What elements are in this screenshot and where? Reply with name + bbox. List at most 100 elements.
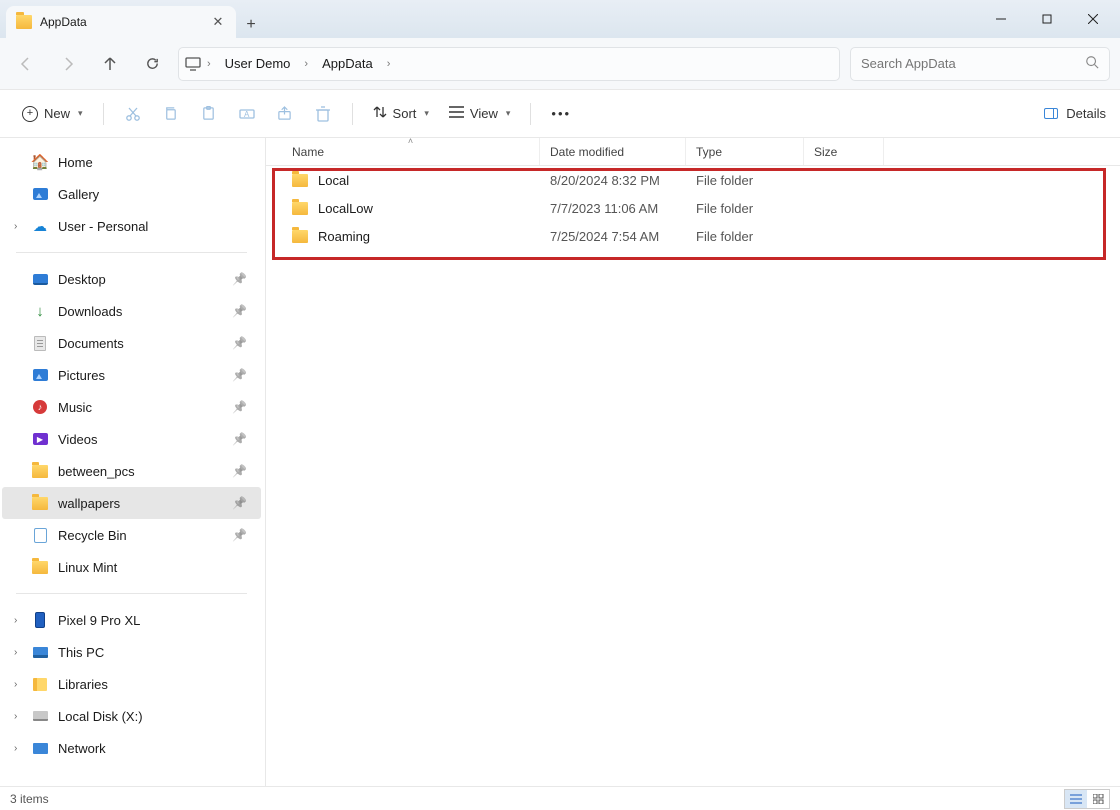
sidebar-item[interactable]: Linux Mint: [2, 551, 261, 583]
sidebar-item-label: wallpapers: [58, 496, 120, 511]
sidebar-item[interactable]: Recycle Bin📌: [2, 519, 261, 551]
column-size[interactable]: Size: [804, 138, 884, 165]
folder-icon: [292, 228, 308, 244]
thumbnails-view-toggle[interactable]: [1087, 790, 1109, 808]
new-tab-button[interactable]: +: [236, 16, 266, 38]
folder-icon: [32, 559, 48, 575]
copy-button[interactable]: [154, 100, 188, 127]
file-name: Roaming: [318, 229, 370, 244]
close-tab-icon[interactable]: ✕: [210, 14, 226, 30]
sidebar-item-label: Downloads: [58, 304, 122, 319]
search-box[interactable]: [850, 47, 1110, 81]
folder-icon: [292, 200, 308, 216]
delete-button[interactable]: [306, 100, 340, 128]
sidebar-item[interactable]: between_pcs📌: [2, 455, 261, 487]
chevron-right-icon[interactable]: ›: [14, 711, 17, 722]
content-pane: Name˄ Date modified Type Size Local8/20/…: [266, 138, 1120, 786]
close-window-button[interactable]: [1070, 4, 1116, 34]
details-pane-icon: [1044, 108, 1058, 119]
file-type: File folder: [686, 201, 804, 216]
sidebar-item-label: between_pcs: [58, 464, 135, 479]
breadcrumb-segment[interactable]: AppData: [314, 52, 381, 75]
sidebar-item[interactable]: ▶Videos📌: [2, 423, 261, 455]
cut-button[interactable]: [116, 100, 150, 128]
chevron-right-icon[interactable]: ›: [383, 58, 395, 70]
file-row[interactable]: LocalLow7/7/2023 11:06 AMFile folder: [266, 194, 1120, 222]
sidebar-item[interactable]: wallpapers📌: [2, 487, 261, 519]
file-date: 8/20/2024 8:32 PM: [540, 173, 686, 188]
sidebar-item[interactable]: Pictures 📌: [2, 359, 261, 391]
column-headers: Name˄ Date modified Type Size: [266, 138, 1120, 166]
window-tab[interactable]: AppData ✕: [6, 6, 236, 38]
net-icon: [32, 740, 48, 756]
search-input[interactable]: [861, 56, 1085, 71]
back-button[interactable]: [10, 48, 42, 80]
sidebar-item-label: Pictures: [58, 368, 105, 383]
address-bar[interactable]: › User Demo › AppData ›: [178, 47, 840, 81]
sidebar-item[interactable]: 🏠Home: [2, 146, 261, 178]
new-button[interactable]: + New ▾: [14, 100, 91, 128]
monitor-icon: [185, 56, 201, 72]
music-icon: ♪: [32, 399, 48, 415]
sidebar-item[interactable]: ↓Downloads📌: [2, 295, 261, 327]
column-date[interactable]: Date modified: [540, 138, 686, 165]
titlebar: AppData ✕ +: [0, 0, 1120, 38]
chevron-right-icon[interactable]: ›: [300, 58, 312, 70]
breadcrumb-segment[interactable]: User Demo: [217, 52, 299, 75]
forward-button[interactable]: [52, 48, 84, 80]
file-row[interactable]: Local8/20/2024 8:32 PMFile folder: [266, 166, 1120, 194]
maximize-button[interactable]: [1024, 4, 1070, 34]
chevron-right-icon[interactable]: ›: [14, 647, 17, 658]
sidebar: 🏠HomeGallery›☁User - PersonalDesktop📌↓Do…: [0, 138, 266, 786]
chevron-right-icon[interactable]: ›: [14, 679, 17, 690]
sidebar-item[interactable]: ›Libraries: [2, 668, 261, 700]
sidebar-item[interactable]: Desktop📌: [2, 263, 261, 295]
sidebar-item[interactable]: Documents📌: [2, 327, 261, 359]
sidebar-item-label: Music: [58, 400, 92, 415]
chevron-right-icon[interactable]: ›: [14, 221, 17, 232]
pin-icon: 📌: [232, 304, 247, 318]
navbar: › User Demo › AppData ›: [0, 38, 1120, 90]
lib-icon: [32, 676, 48, 692]
more-button[interactable]: •••: [543, 100, 579, 127]
up-button[interactable]: [94, 48, 126, 80]
chevron-down-icon: ▾: [78, 108, 83, 119]
details-pane-button[interactable]: Details: [1044, 106, 1106, 121]
sidebar-item[interactable]: ›Pixel 9 Pro XL: [2, 604, 261, 636]
svg-text:A: A: [244, 110, 250, 119]
sidebar-item-label: User - Personal: [58, 219, 148, 234]
sidebar-item[interactable]: Gallery: [2, 178, 261, 210]
column-name[interactable]: Name˄: [282, 138, 540, 165]
share-button[interactable]: [268, 100, 302, 127]
details-view-toggle[interactable]: [1065, 790, 1087, 808]
gallery-icon: [32, 186, 48, 202]
status-item-count: 3 items: [10, 792, 49, 806]
desktop-icon: [32, 271, 48, 287]
chevron-right-icon[interactable]: ›: [14, 615, 17, 626]
sort-icon: [373, 105, 387, 122]
sidebar-item[interactable]: ›☁User - Personal: [2, 210, 261, 242]
chevron-right-icon[interactable]: ›: [203, 58, 215, 70]
pin-icon: 📌: [232, 368, 247, 382]
sidebar-item[interactable]: ›This PC: [2, 636, 261, 668]
sidebar-item[interactable]: › Local Disk (X:): [2, 700, 261, 732]
gallery-icon: [32, 367, 48, 383]
chevron-right-icon[interactable]: ›: [14, 743, 17, 754]
view-button[interactable]: View ▾: [441, 100, 518, 127]
file-row[interactable]: Roaming7/25/2024 7:54 AMFile folder: [266, 222, 1120, 250]
search-icon[interactable]: [1085, 55, 1099, 72]
paste-button[interactable]: [192, 100, 226, 127]
sidebar-item-label: Local Disk (X:): [58, 709, 143, 724]
rename-button[interactable]: A: [230, 101, 264, 127]
refresh-button[interactable]: [136, 48, 168, 80]
home-icon: 🏠: [32, 154, 48, 170]
chevron-down-icon: ▾: [506, 108, 511, 119]
sidebar-item[interactable]: ›Network: [2, 732, 261, 764]
list-icon: [449, 106, 464, 121]
view-toggle: [1064, 789, 1110, 809]
sidebar-item[interactable]: ♪Music📌: [2, 391, 261, 423]
sort-button[interactable]: Sort ▾: [365, 99, 437, 128]
status-bar: 3 items: [0, 786, 1120, 810]
minimize-button[interactable]: [978, 4, 1024, 34]
column-type[interactable]: Type: [686, 138, 804, 165]
